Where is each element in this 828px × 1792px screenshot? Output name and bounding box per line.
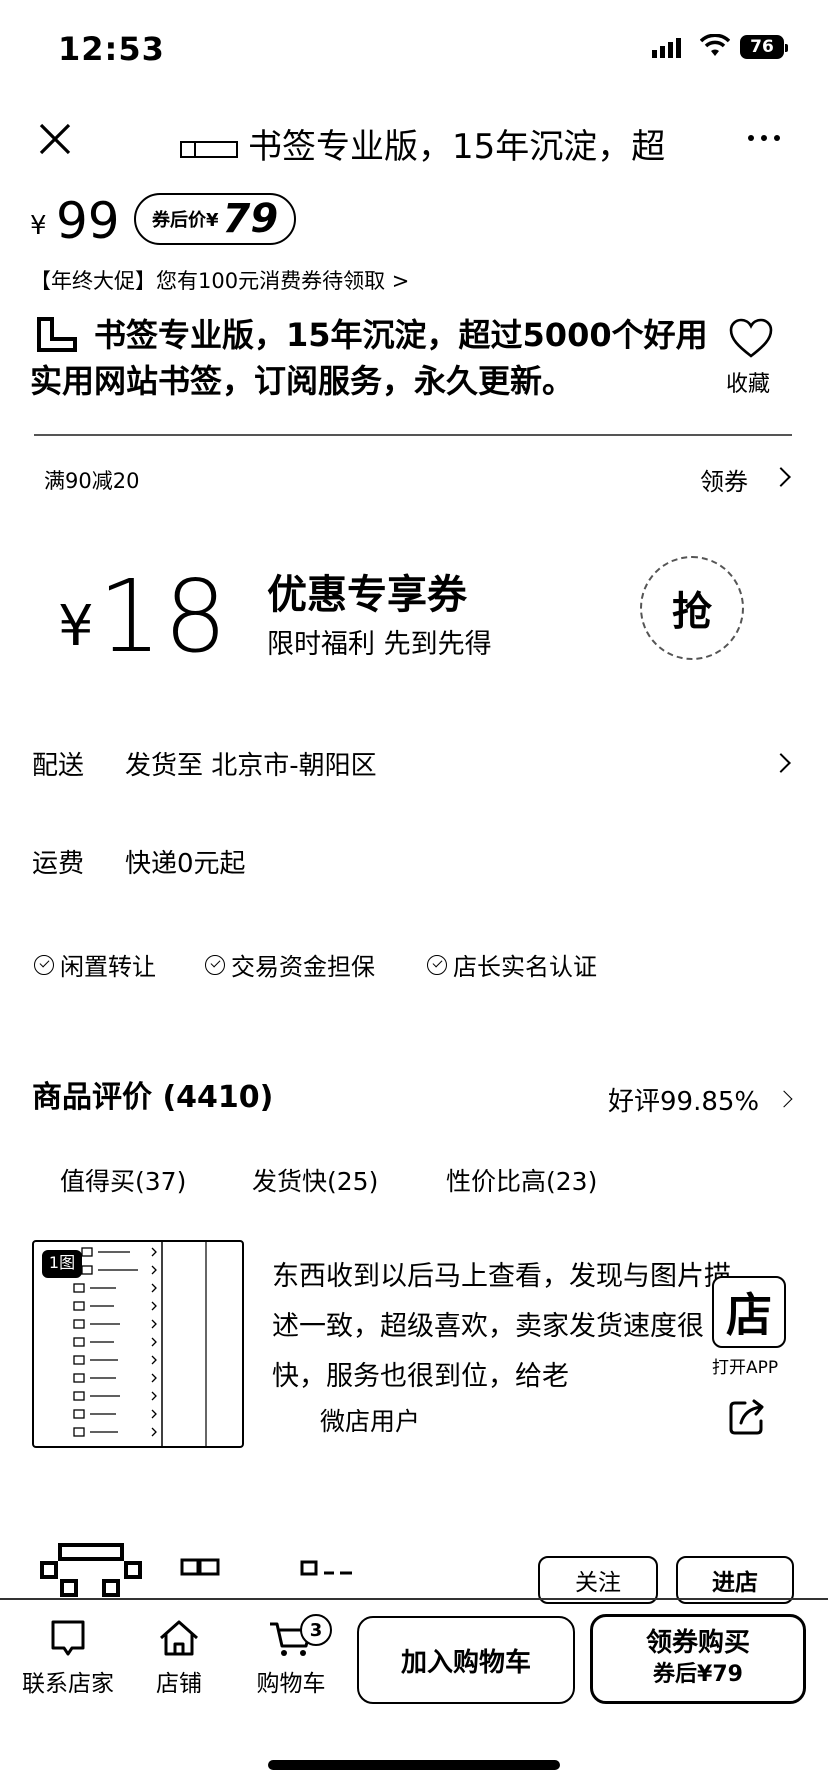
price-currency: ¥ — [30, 211, 47, 241]
more-button[interactable] — [748, 135, 780, 141]
promo-link[interactable]: 【年终大促】您有100元消费券待领取 > — [30, 265, 409, 295]
battery-icon: 76 — [740, 35, 788, 59]
review-tag[interactable]: 发货快(25) — [252, 1162, 378, 1198]
coupon-amount: 18 — [98, 558, 230, 675]
store-app-button[interactable]: 店 — [712, 1276, 786, 1348]
share-icon[interactable] — [727, 1397, 767, 1437]
shop-badge-icon — [180, 1558, 220, 1576]
delivery-label: 配送 — [32, 751, 85, 781]
bottom-bar-divider — [0, 1598, 828, 1600]
add-to-cart-button[interactable]: 加入购物车 — [357, 1616, 575, 1704]
wifi-icon — [700, 34, 730, 58]
contact-seller-button[interactable]: 联系店家 — [18, 1618, 118, 1698]
shop-badge-icon — [300, 1560, 356, 1576]
coupon-price-label: 券后价¥ — [152, 210, 219, 231]
guarantee-item: 交易资金担保 — [205, 947, 375, 982]
review-tag[interactable]: 值得买(37) — [60, 1162, 186, 1198]
coupon-subtitle: 限时福利 先到先得 — [267, 629, 492, 660]
chat-icon — [51, 1620, 85, 1656]
page-title: 书签专业版，15年沉淀，超 — [248, 127, 666, 167]
buy-with-coupon-button[interactable]: 领券购买 券后¥79 — [590, 1614, 806, 1704]
check-circle-icon — [34, 954, 54, 975]
review-user: 微店用户 — [320, 1407, 421, 1436]
coupon-price-badge: 券后价¥ 79 — [134, 193, 297, 245]
guarantee-item: 店长实名认证 — [427, 947, 597, 982]
cart-count-badge: 3 — [300, 1614, 332, 1646]
freight-label: 运费 — [32, 849, 85, 879]
favorite-button[interactable] — [728, 318, 778, 360]
freight-value: 快递0元起 — [125, 849, 246, 879]
coupon-price-value: 79 — [222, 196, 279, 242]
follow-button[interactable]: 关注 — [538, 1556, 658, 1604]
review-tag[interactable]: 性价比高(23) — [446, 1162, 597, 1198]
divider — [34, 434, 792, 436]
favorite-label: 收藏 — [726, 372, 771, 397]
home-icon — [160, 1620, 198, 1656]
heart-icon — [729, 318, 773, 358]
brand-logo-icon — [180, 141, 238, 158]
status-time: 12:53 — [58, 30, 165, 68]
home-indicator[interactable] — [268, 1760, 560, 1770]
coupon-title: 优惠专享券 — [267, 572, 467, 618]
product-title: 书签专业版，15年沉淀，超过5000个好用实用网站书签，订阅服务，永久更新。 — [30, 316, 708, 400]
check-circle-icon — [427, 954, 447, 975]
enter-store-button[interactable]: 进店 — [676, 1556, 794, 1604]
image-count-badge: 1图 — [42, 1250, 82, 1278]
chevron-right-icon[interactable] — [775, 1090, 793, 1108]
coupon-currency: ¥ — [58, 594, 94, 659]
chevron-right-icon[interactable] — [771, 753, 791, 773]
discount-rule: 满90减20 — [44, 469, 140, 493]
price-value: 99 — [56, 192, 120, 250]
positive-rate-link[interactable]: 好评99.85% — [608, 1081, 759, 1118]
check-circle-icon — [205, 954, 225, 975]
reviews-title: 商品评价 (4410) — [32, 1080, 274, 1115]
delivery-address[interactable]: 发货至 北京市-朝阳区 — [125, 745, 377, 782]
open-app-label[interactable]: 打开APP — [712, 1353, 778, 1378]
guarantee-item: 闲置转让 — [34, 947, 156, 982]
grab-coupon-button[interactable]: 抢 — [640, 556, 744, 660]
cellular-signal-icon — [652, 38, 681, 58]
get-coupon-link[interactable]: 领券 — [700, 462, 748, 497]
close-button[interactable] — [38, 122, 72, 156]
shop-logo-icon — [40, 1543, 142, 1599]
review-text: 东西收到以后马上查看，发现与图片描述一致，超级喜欢，卖家发货速度很快，服务也很到… — [272, 1261, 731, 1392]
store-button[interactable]: 店铺 — [140, 1618, 218, 1698]
chevron-right-icon[interactable] — [771, 467, 791, 487]
